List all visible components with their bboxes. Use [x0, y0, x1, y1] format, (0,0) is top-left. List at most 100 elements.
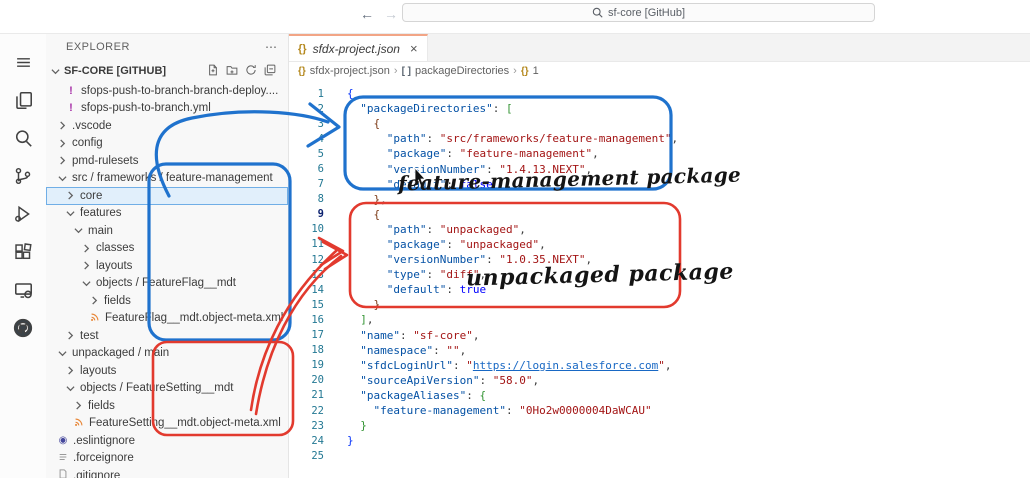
chevron-down-icon	[72, 224, 85, 237]
code-line-text: "path": "unpackaged",	[337, 223, 526, 236]
code-line-7[interactable]: 7 "default": false	[289, 177, 1030, 192]
code-line-6[interactable]: 6 "versionNumber": "1.4.13.NEXT",	[289, 161, 1030, 176]
code-line-13[interactable]: 13 "type": "diff",	[289, 267, 1030, 282]
tree-item-core[interactable]: core	[46, 187, 288, 205]
run-debug-icon[interactable]	[7, 195, 39, 233]
tree-item-features[interactable]: features	[46, 205, 288, 223]
close-icon[interactable]: ×	[410, 41, 418, 56]
xml-file-icon	[88, 311, 102, 325]
code-editor[interactable]: 1{2 "packageDirectories": [3 {4 "path": …	[289, 86, 1030, 478]
code-line-15[interactable]: 15 }	[289, 297, 1030, 312]
yaml-file-icon: !	[64, 85, 78, 97]
code-line-25[interactable]: 25	[289, 448, 1030, 463]
tree-item-label: features	[80, 207, 122, 219]
tree-item-objects-featureflag-mdt[interactable]: objects / FeatureFlag__mdt	[46, 275, 288, 293]
tree-item-sfops-push-to-branch-yml[interactable]: !sfops-push-to-branch.yml	[46, 100, 288, 118]
code-line-text: ],	[337, 313, 374, 326]
code-line-12[interactable]: 12 "versionNumber": "1.0.35.NEXT",	[289, 252, 1030, 267]
tree-item-classes[interactable]: classes	[46, 240, 288, 258]
breadcrumb-item[interactable]: 1	[533, 65, 539, 77]
tab-sfdx-project-json[interactable]: {} sfdx-project.json ×	[289, 34, 428, 61]
breadcrumb-item[interactable]: sfdx-project.json	[310, 65, 390, 77]
chevron-right-icon	[56, 119, 69, 132]
code-line-11[interactable]: 11 "package": "unpackaged",	[289, 237, 1030, 252]
tree-item-sfops-push-to-branch-branch-deploy[interactable]: !sfops-push-to-branch-branch-deploy....	[46, 82, 288, 100]
tree-item-src-frameworks-feature-management[interactable]: src / frameworks / feature-management	[46, 170, 288, 188]
tree-item-forceignore[interactable]: .forceignore	[46, 450, 288, 468]
chevron-down-icon	[64, 382, 77, 395]
command-center-search[interactable]: sf-core [GitHub]	[402, 3, 875, 22]
tree-item-label: layouts	[96, 260, 132, 272]
tree-item-fields[interactable]: fields	[46, 292, 288, 310]
tree-item-label: test	[80, 330, 99, 342]
refresh-icon[interactable]	[245, 64, 257, 79]
code-line-2[interactable]: 2 "packageDirectories": [	[289, 101, 1030, 116]
tree-item-label: src / frameworks / feature-management	[72, 172, 273, 184]
tree-item-layouts[interactable]: layouts	[46, 362, 288, 380]
tree-item-test[interactable]: test	[46, 327, 288, 345]
code-line-16[interactable]: 16 ],	[289, 312, 1030, 327]
collapse-all-icon[interactable]	[264, 64, 276, 79]
code-line-3[interactable]: 3 {	[289, 116, 1030, 131]
tree-item-featureflag-mdt-object-meta-xml[interactable]: FeatureFlag__mdt.object-meta.xml	[46, 310, 288, 328]
tree-item-eslintignore[interactable]: ◉.eslintignore	[46, 432, 288, 450]
chevron-right-icon	[56, 137, 69, 150]
tree-item-fields[interactable]: fields	[46, 397, 288, 415]
code-line-17[interactable]: 17 "name": "sf-core",	[289, 328, 1030, 343]
code-line-18[interactable]: 18 "namespace": "",	[289, 343, 1030, 358]
code-line-text: "feature-management": "0Ho2w0000004DaWCA…	[337, 404, 652, 417]
explorer-icon[interactable]	[7, 81, 39, 119]
code-line-text: "sourceApiVersion": "58.0",	[337, 374, 539, 387]
new-folder-icon[interactable]	[226, 64, 238, 79]
tree-item-main[interactable]: main	[46, 222, 288, 240]
tree-item-config[interactable]: config	[46, 135, 288, 153]
line-number: 3	[289, 118, 337, 130]
code-line-text: "path": "src/frameworks/feature-manageme…	[337, 132, 678, 145]
code-line-19[interactable]: 19 "sfdcLoginUrl": "https://login.salesf…	[289, 358, 1030, 373]
code-line-text: "default": true	[337, 283, 486, 296]
github-icon[interactable]	[7, 309, 39, 347]
code-line-text: "name": "sf-core",	[337, 329, 479, 342]
code-line-8[interactable]: 8 },	[289, 192, 1030, 207]
breadcrumb-item[interactable]: packageDirectories	[415, 65, 509, 77]
nav-forward-icon[interactable]: →	[384, 6, 398, 22]
source-control-icon[interactable]	[7, 157, 39, 195]
code-line-21[interactable]: 21 "packageAliases": {	[289, 388, 1030, 403]
code-line-4[interactable]: 4 "path": "src/frameworks/feature-manage…	[289, 131, 1030, 146]
workspace-section-header[interactable]: SF-CORE [GITHUB]	[46, 60, 288, 82]
menu-icon[interactable]	[7, 43, 39, 81]
tree-item-unpackaged-main[interactable]: unpackaged / main	[46, 345, 288, 363]
code-line-20[interactable]: 20 "sourceApiVersion": "58.0",	[289, 373, 1030, 388]
code-line-24[interactable]: 24}	[289, 433, 1030, 448]
remote-explorer-icon[interactable]	[7, 271, 39, 309]
new-file-icon[interactable]	[207, 64, 219, 79]
search-icon[interactable]	[7, 119, 39, 157]
line-number: 14	[289, 284, 337, 296]
line-number: 25	[289, 450, 337, 462]
tree-item-layouts[interactable]: layouts	[46, 257, 288, 275]
tree-item-label: config	[72, 137, 103, 149]
code-line-22[interactable]: 22 "feature-management": "0Ho2w0000004Da…	[289, 403, 1030, 418]
more-actions-icon[interactable]: ⋯	[265, 40, 278, 54]
chevron-right-icon	[72, 399, 85, 412]
tree-item-label: classes	[96, 242, 134, 254]
tree-item-vscode[interactable]: .vscode	[46, 117, 288, 135]
tree-item-featuresetting-mdt-object-meta-xml[interactable]: FeatureSetting__mdt.object-meta.xml	[46, 415, 288, 433]
tree-item-pmd-rulesets[interactable]: pmd-rulesets	[46, 152, 288, 170]
chevron-right-icon	[64, 329, 77, 342]
tree-item-gitignore[interactable]: .gitignore	[46, 467, 288, 478]
code-line-9[interactable]: 9 {	[289, 207, 1030, 222]
xml-file-icon	[72, 416, 86, 430]
extensions-icon[interactable]	[7, 233, 39, 271]
code-line-23[interactable]: 23 }	[289, 418, 1030, 433]
line-number: 21	[289, 389, 337, 401]
code-line-10[interactable]: 10 "path": "unpackaged",	[289, 222, 1030, 237]
tree-item-objects-featuresetting-mdt[interactable]: objects / FeatureSetting__mdt	[46, 380, 288, 398]
workspace-name: SF-CORE [GITHUB]	[64, 65, 166, 77]
line-number: 23	[289, 420, 337, 432]
code-line-1[interactable]: 1{	[289, 86, 1030, 101]
nav-back-icon[interactable]: ←	[360, 6, 374, 22]
code-line-14[interactable]: 14 "default": true	[289, 282, 1030, 297]
code-line-text: "sfdcLoginUrl": "https://login.salesforc…	[337, 359, 672, 372]
code-line-5[interactable]: 5 "package": "feature-management",	[289, 146, 1030, 161]
